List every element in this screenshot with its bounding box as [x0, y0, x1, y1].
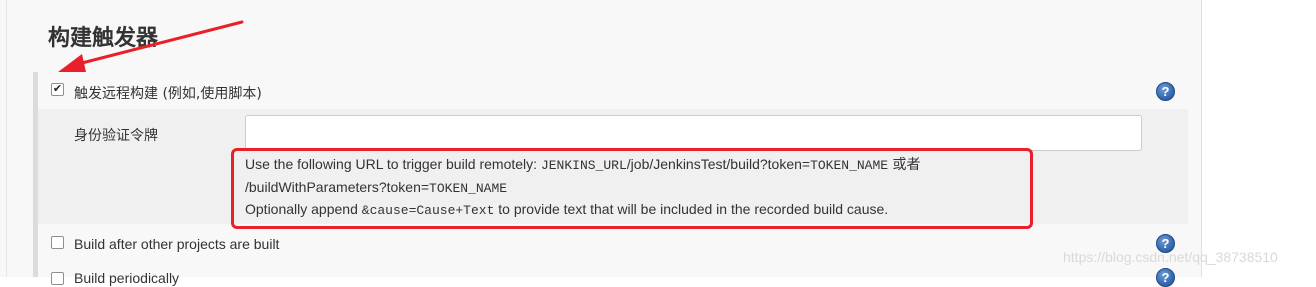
build-periodically-label[interactable]: Build periodically	[74, 270, 179, 286]
description-text: Optionally append	[245, 201, 362, 217]
help-icon[interactable]: ?	[1156, 268, 1175, 287]
description-line-3: Optionally append &cause=Cause+Text to p…	[245, 199, 1025, 222]
remote-trigger-checkbox[interactable]: ✔	[51, 82, 64, 96]
description-code: TOKEN_NAME	[810, 158, 889, 173]
description-text: /buildWithParameters?token=	[245, 178, 430, 195]
description-line-2: /buildWithParameters?token=TOKEN_NAME	[245, 177, 1025, 200]
description-code: &cause=Cause+Text	[361, 203, 495, 218]
description-code: JENKINS_URL	[540, 158, 627, 173]
description-line-1: Use the following URL to trigger build r…	[245, 154, 1025, 177]
description-code: TOKEN_NAME	[429, 180, 508, 196]
watermark: https://blog.csdn.net/qq_38738510	[1063, 249, 1278, 265]
auth-token-label: 身份验证令牌	[74, 128, 158, 144]
build-after-other-label[interactable]: Build after other projects are built	[74, 236, 279, 252]
check-icon: ✔	[52, 82, 63, 95]
description-text: Use the following URL to trigger build r…	[245, 156, 541, 172]
remote-trigger-label[interactable]: 触发远程构建 (例如,使用脚本)	[74, 83, 262, 103]
description-text: /job/JenkinsTest/build?token=	[626, 156, 811, 172]
auth-token-input[interactable]	[245, 115, 1142, 151]
section-title: 构建触发器	[48, 26, 159, 51]
description-text: to provide text that will be included in…	[494, 201, 889, 217]
panel-border	[1201, 0, 1202, 277]
help-icon[interactable]: ?	[1156, 82, 1175, 101]
panel-left-line	[6, 0, 7, 277]
build-after-other-checkbox[interactable]	[51, 236, 64, 249]
remote-trigger-description: Use the following URL to trigger build r…	[245, 154, 1025, 222]
description-text: 或者	[888, 157, 921, 173]
build-periodically-checkbox[interactable]	[51, 272, 64, 285]
